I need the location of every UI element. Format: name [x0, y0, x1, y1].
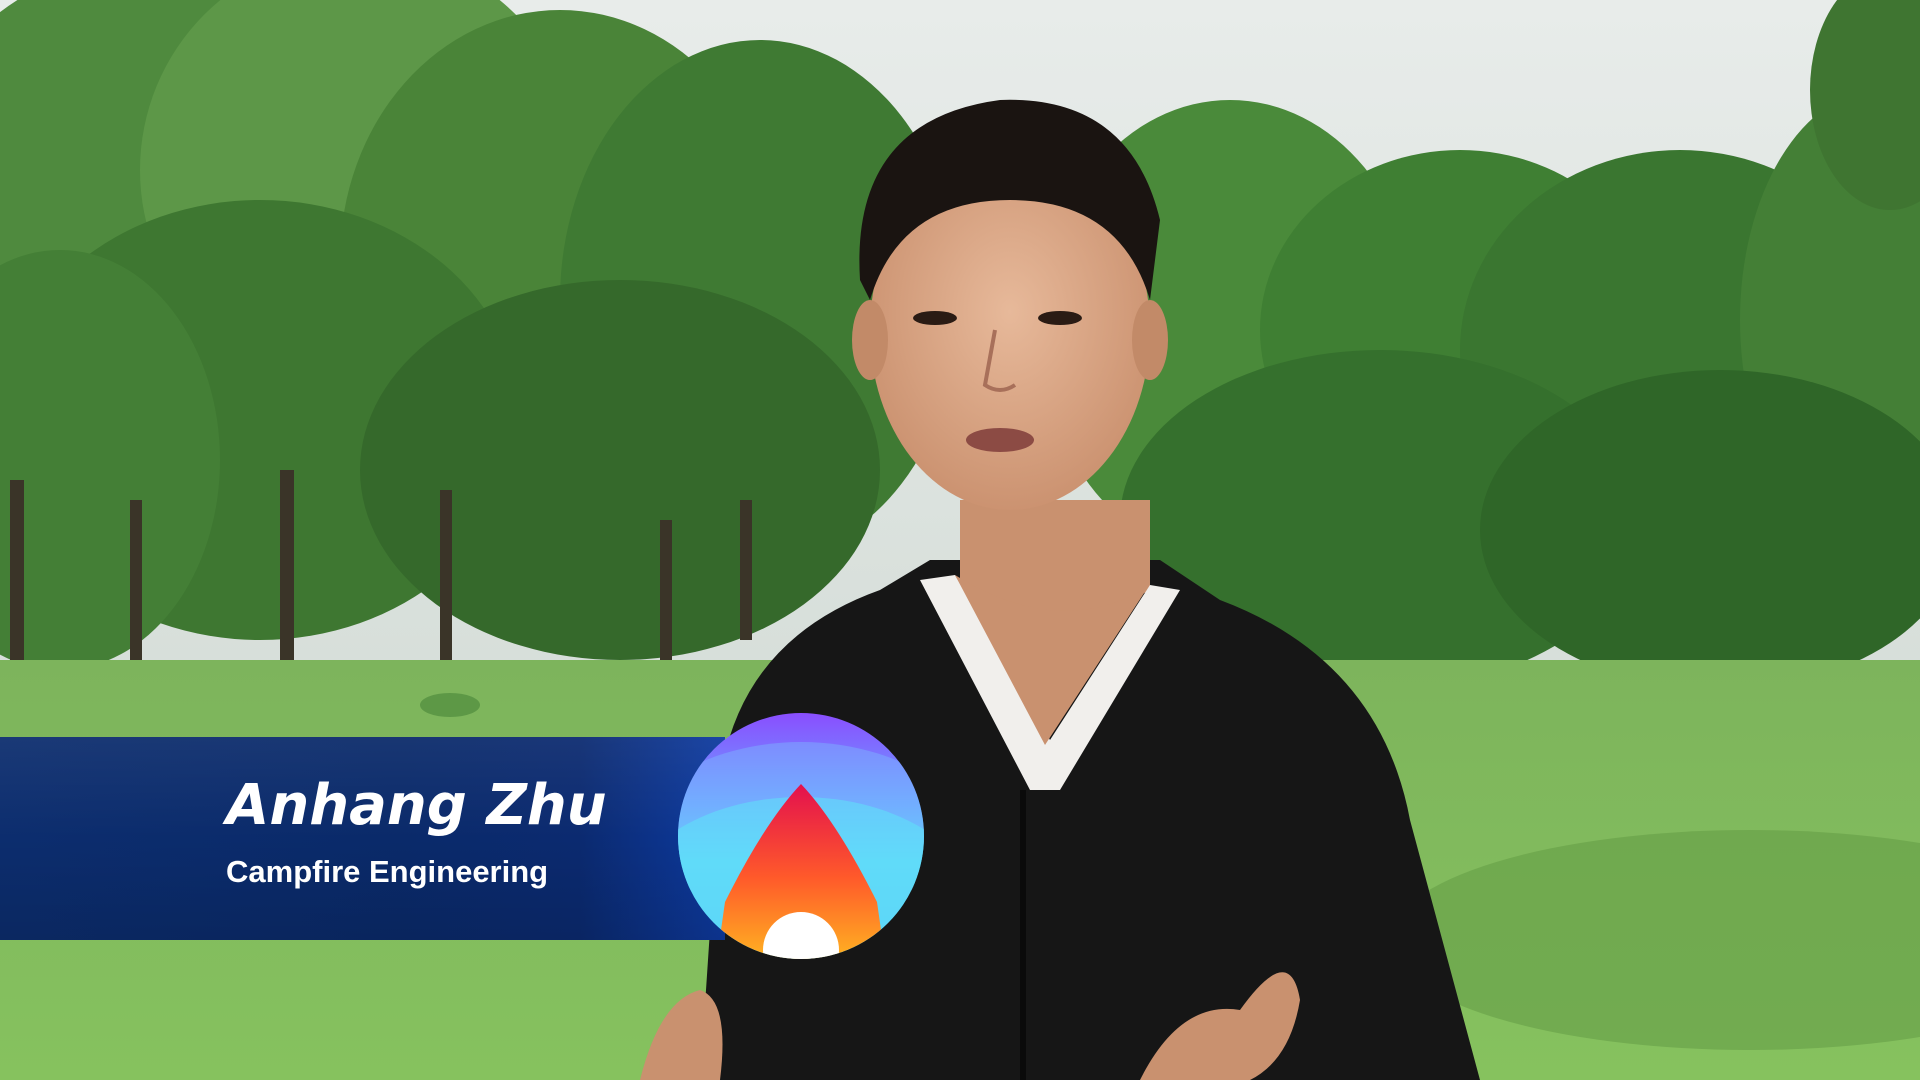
- video-frame: Anhang Zhu Campfire Engineering: [0, 0, 1920, 1080]
- presenter-title: Campfire Engineering: [226, 854, 549, 889]
- lower-third-banner: [0, 737, 725, 940]
- trees-left: [0, 0, 960, 670]
- campfire-logo-icon: [678, 713, 924, 959]
- presenter-name: Anhang Zhu: [226, 773, 607, 838]
